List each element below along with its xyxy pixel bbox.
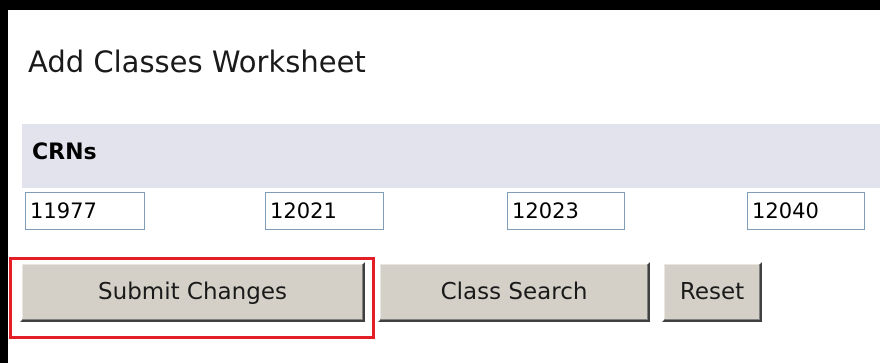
page-title: Add Classes Worksheet [28, 45, 366, 79]
crn-input-4[interactable] [747, 192, 865, 230]
reset-button[interactable]: Reset [662, 262, 762, 322]
class-search-button[interactable]: Class Search [378, 262, 650, 322]
crn-input-2[interactable] [265, 192, 384, 230]
crn-input-3[interactable] [507, 192, 625, 230]
crn-header-label: CRNs [32, 140, 97, 165]
submit-changes-button[interactable]: Submit Changes [20, 262, 365, 322]
crn-input-1[interactable] [25, 192, 145, 230]
crn-header-row: CRNs [22, 124, 880, 188]
